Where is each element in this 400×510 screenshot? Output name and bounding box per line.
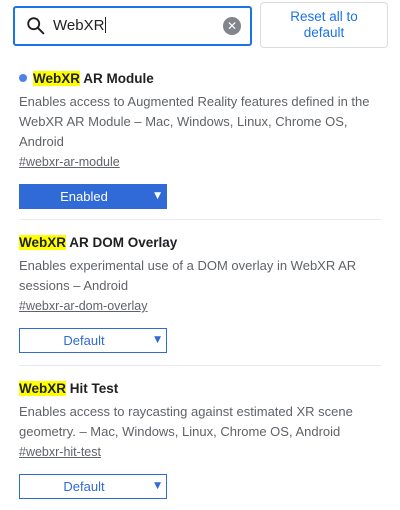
flag-title-text: AR Module — [80, 71, 154, 86]
flag-state-select[interactable]: Default ▼ — [19, 474, 167, 499]
flag-title: WebXR AR DOM Overlay — [19, 234, 381, 252]
divider — [19, 365, 381, 366]
chevron-down-icon: ▼ — [154, 335, 161, 345]
flag-title-text: Hit Test — [66, 381, 119, 396]
search-highlight: WebXR — [33, 71, 81, 86]
flag-state-select[interactable]: Enabled ▼ — [19, 184, 167, 209]
flag-state-value: Default — [63, 479, 105, 494]
flag-state-value: Enabled — [60, 189, 108, 204]
flag-state-select[interactable]: Default ▼ — [19, 328, 167, 353]
clear-icon[interactable]: ✕ — [223, 17, 241, 35]
search-input[interactable]: WebXR ✕ — [13, 6, 252, 46]
search-value: WebXR — [53, 17, 107, 34]
flag-anchor-link[interactable]: #webxr-ar-dom-overlay — [19, 297, 381, 315]
flag-title: WebXR Hit Test — [19, 380, 381, 398]
flag-state-value: Default — [63, 333, 105, 348]
flag-webxr-hit-test: WebXR Hit Test Enables access to raycast… — [19, 380, 381, 499]
flag-anchor-link[interactable]: #webxr-ar-module — [19, 153, 381, 171]
chevron-down-icon: ▼ — [154, 481, 161, 491]
search-highlight: WebXR — [19, 235, 67, 250]
flag-webxr-ar-module: WebXR AR Module Enables access to Augmen… — [19, 70, 381, 209]
search-icon — [27, 17, 45, 35]
modified-dot — [19, 74, 27, 82]
search-header: WebXR ✕ Reset all to default — [0, 0, 400, 56]
reset-label-line1: Reset all to — [290, 9, 358, 24]
search-highlight: WebXR — [19, 381, 67, 396]
divider — [19, 219, 381, 220]
flag-title-text: AR DOM Overlay — [66, 235, 178, 250]
flag-description: Enables access to Augmented Reality feat… — [19, 94, 370, 149]
flag-anchor-link[interactable]: #webxr-hit-test — [19, 443, 381, 461]
reset-label-line2: default — [303, 25, 345, 40]
flag-title: WebXR AR Module — [19, 70, 381, 88]
flag-description: Enables experimental use of a DOM overla… — [19, 258, 357, 293]
chevron-down-icon: ▼ — [154, 191, 161, 201]
reset-all-button[interactable]: Reset all to default — [260, 2, 388, 48]
flag-description: Enables access to raycasting against est… — [19, 404, 353, 439]
flag-webxr-ar-dom-overlay: WebXR AR DOM Overlay Enables experimenta… — [19, 234, 381, 353]
